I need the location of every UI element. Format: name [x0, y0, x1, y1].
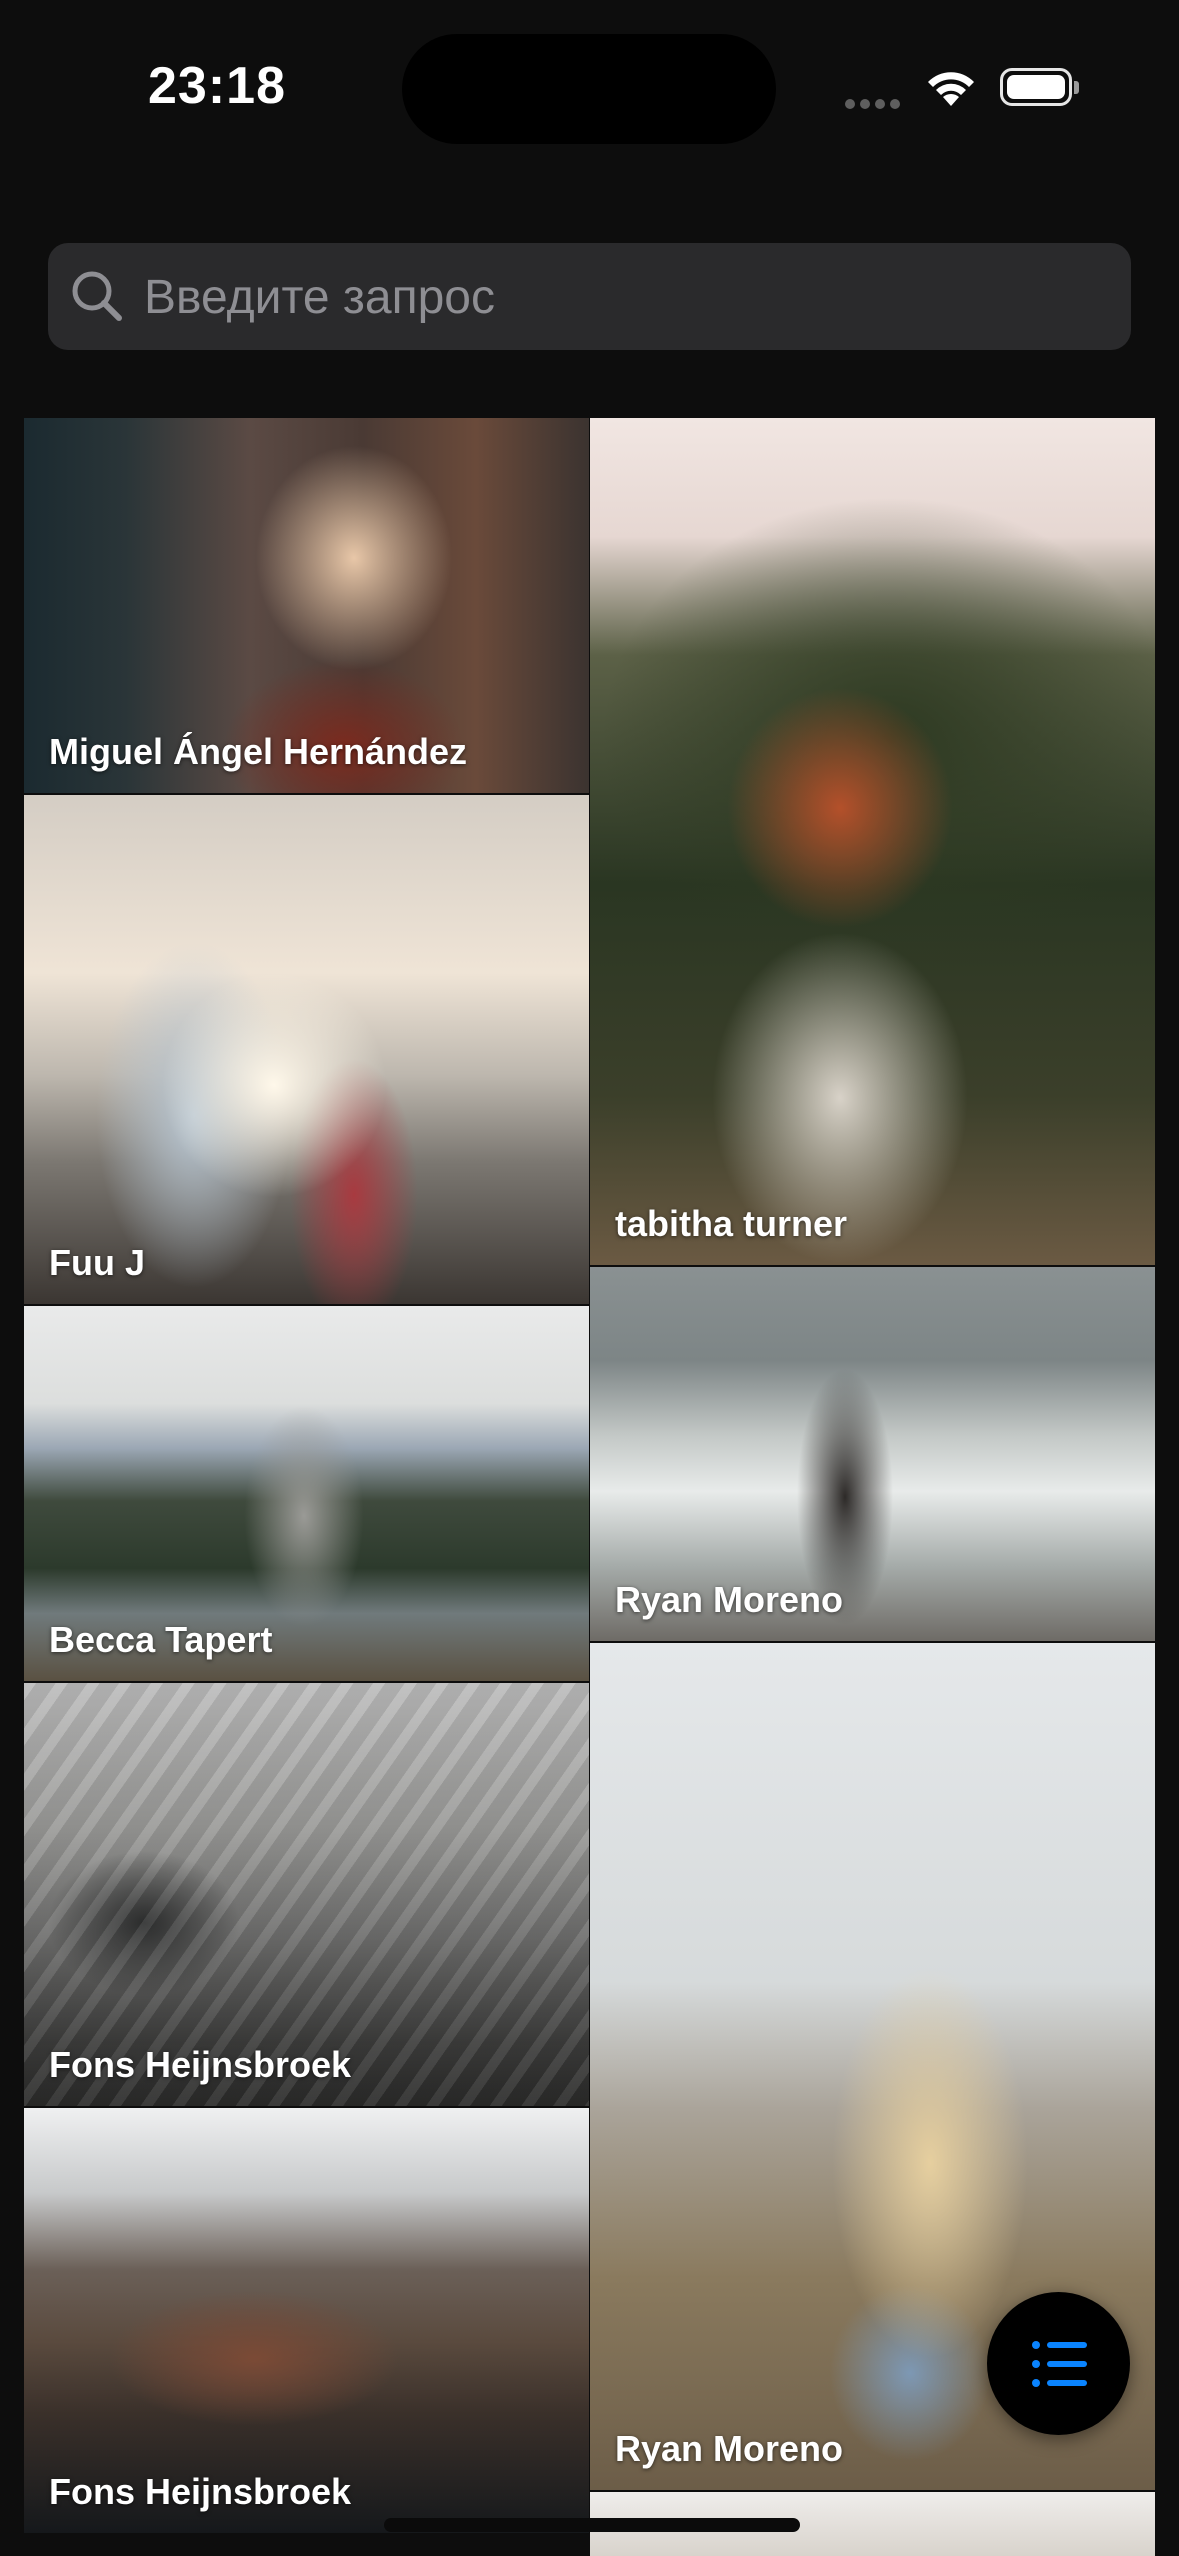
photo-tile[interactable]: Fons Heijnsbroek — [24, 2108, 589, 2533]
battery-icon — [1000, 68, 1079, 106]
search-bar[interactable] — [48, 243, 1131, 352]
photo-author: Ryan Moreno — [615, 1579, 844, 1620]
list-view-button[interactable] — [987, 2292, 1130, 2435]
wifi-icon — [922, 64, 980, 113]
status-bar: 23:18 — [0, 0, 1179, 180]
photo-author: Becca Tapert — [49, 1619, 273, 1660]
list-icon — [1032, 2341, 1087, 2387]
photo-author: Ryan Moreno — [615, 2428, 844, 2469]
photo-author: Fuu J — [49, 1242, 145, 1283]
dynamic-island — [402, 34, 776, 144]
photo-author: Miguel Ángel Hernández — [49, 731, 468, 772]
photo-author: Fons Heijnsbroek — [49, 2471, 352, 2512]
status-time: 23:18 — [148, 57, 286, 115]
photo-tile[interactable]: Fuu J — [24, 795, 589, 1304]
photo-author: tabitha turner — [615, 1203, 848, 1244]
photo-tile[interactable]: Ryan Moreno — [590, 1267, 1155, 1641]
search-input[interactable] — [142, 243, 1106, 352]
home-indicator — [384, 2518, 800, 2532]
photo-tile[interactable]: Fons Heijnsbroek — [24, 1683, 589, 2106]
photo-tile[interactable]: Becca Tapert — [24, 1306, 589, 1681]
search-icon — [68, 267, 126, 330]
photo-tile[interactable]: tabitha turner — [590, 418, 1155, 1265]
photo-tile[interactable]: Miguel Ángel Hernández — [24, 418, 589, 793]
photo-author: Fons Heijnsbroek — [49, 2044, 352, 2085]
signal-dots-icon — [845, 96, 905, 114]
